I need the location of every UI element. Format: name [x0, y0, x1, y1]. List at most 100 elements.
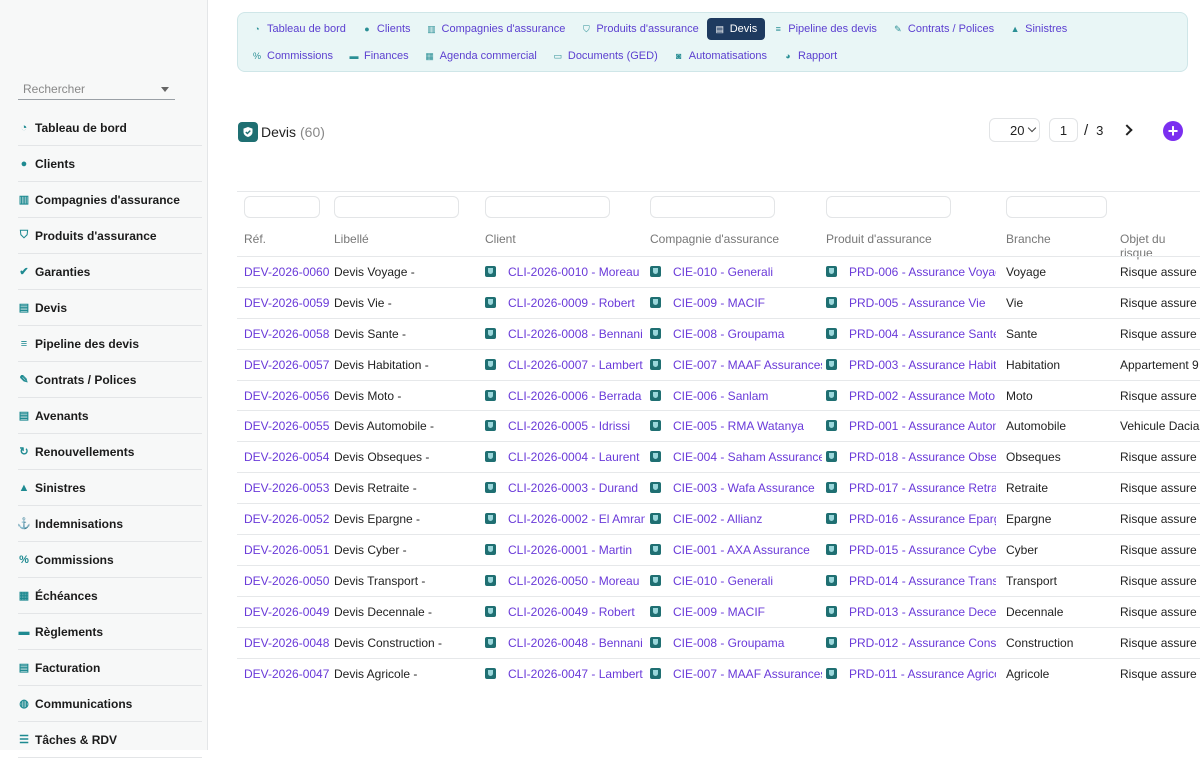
- sidebar-item-facturation[interactable]: ▤ Facturation: [18, 650, 202, 686]
- filter-client-input[interactable]: [485, 196, 610, 218]
- sidebar-item-contrats-polices[interactable]: ✎ Contrats / Polices: [18, 362, 202, 398]
- sidebar-item-compagnies-d-assurance[interactable]: ▥ Compagnies d'assurance: [18, 182, 202, 218]
- sidebar-item-sinistres[interactable]: ▲ Sinistres: [18, 470, 202, 506]
- cell-compagnie-text[interactable]: CIE-010 - Generali: [673, 265, 773, 279]
- cell-client-text[interactable]: CLI-2026-0049 - Robert: [508, 605, 635, 619]
- cell-compagnie-text[interactable]: CIE-002 - Allianz: [673, 512, 762, 526]
- sidebar-item-règlements[interactable]: ▬ Règlements: [18, 614, 202, 650]
- cell-produit-text[interactable]: PRD-011 - Assurance Agricole: [849, 667, 996, 681]
- cell-produit-text[interactable]: PRD-018 - Assurance Obseques: [849, 450, 996, 464]
- filter-ref-input[interactable]: [244, 196, 320, 218]
- table-row[interactable]: DEV-2026-0055 Devis Automobile - CLI-2026-…: [237, 410, 1200, 441]
- tab-contrats-polices[interactable]: ✎ Contrats / Polices: [885, 18, 1002, 40]
- column-header-client[interactable]: Client: [485, 232, 516, 246]
- table-row[interactable]: DEV-2026-0052 Devis Epargne - CLI-2026-000…: [237, 503, 1200, 534]
- current-page-input[interactable]: 1: [1049, 118, 1078, 142]
- tab-documents-ged[interactable]: ▭ Documents (GED): [545, 45, 666, 67]
- cell-ref-text[interactable]: DEV-2026-0047: [244, 667, 329, 681]
- cell-compagnie-text[interactable]: CIE-005 - RMA Watanya: [673, 419, 804, 433]
- cell-produit-text[interactable]: PRD-012 - Assurance Construction: [849, 636, 996, 650]
- tab-agenda-commercial[interactable]: ▦ Agenda commercial: [417, 45, 545, 67]
- cell-ref-text[interactable]: DEV-2026-0058: [244, 327, 329, 341]
- cell-client-text[interactable]: CLI-2026-0008 - Bennani: [508, 327, 643, 341]
- cell-compagnie-text[interactable]: CIE-008 - Groupama: [673, 636, 784, 650]
- cell-compagnie-text[interactable]: CIE-001 - AXA Assurance: [673, 543, 810, 557]
- sidebar-item-avenants[interactable]: ▤ Avenants: [18, 398, 202, 434]
- filter-branche-input[interactable]: [1006, 196, 1107, 218]
- cell-produit-text[interactable]: PRD-004 - Assurance Sante: [849, 327, 996, 341]
- sidebar-item-indemnisations[interactable]: ⚓ Indemnisations: [17, 506, 202, 542]
- tab-tableau-de-bord[interactable]: ◔ Tableau de bord: [244, 18, 354, 40]
- column-header-compagnie[interactable]: Compagnie d'assurance: [650, 232, 779, 246]
- sidebar-item-renouvellements[interactable]: ↻ Renouvellements: [18, 434, 202, 470]
- cell-client-text[interactable]: CLI-2026-0002 - El Amrani: [508, 512, 645, 526]
- table-row[interactable]: DEV-2026-0054 Devis Obseques - CLI-2026-00…: [237, 441, 1200, 472]
- sidebar-item-tâches-rdv[interactable]: ☰ Tâches & RDV: [18, 722, 202, 758]
- table-row[interactable]: DEV-2026-0057 Devis Habitation - CLI-2026-…: [237, 348, 1200, 380]
- cell-client-text[interactable]: CLI-2026-0003 - Durand: [508, 481, 638, 495]
- cell-compagnie-text[interactable]: CIE-008 - Groupama: [673, 327, 784, 341]
- next-page-button[interactable]: [1121, 123, 1135, 137]
- cell-ref-text[interactable]: DEV-2026-0057: [244, 358, 329, 372]
- tab-rapport[interactable]: ◕ Rapport: [775, 45, 845, 67]
- tab-sinistres[interactable]: ▲ Sinistres: [1002, 18, 1075, 40]
- cell-produit-text[interactable]: PRD-016 - Assurance Epargne: [849, 512, 996, 526]
- table-row[interactable]: DEV-2026-0059 Devis Vie - CLI-2026-0009 - …: [237, 286, 1200, 318]
- cell-compagnie-text[interactable]: CIE-007 - MAAF Assurances: [673, 358, 822, 372]
- page-size-select[interactable]: 20: [989, 118, 1040, 142]
- cell-client-text[interactable]: CLI-2026-0009 - Robert: [508, 296, 635, 310]
- sidebar-item-produits-d-assurance[interactable]: ⛉ Produits d'assurance: [18, 218, 202, 254]
- cell-client-text[interactable]: CLI-2026-0007 - Lambert: [508, 358, 643, 372]
- cell-produit-text[interactable]: PRD-003 - Assurance Habitation: [849, 358, 996, 372]
- sidebar-item-devis[interactable]: ▤ Devis: [18, 290, 202, 326]
- cell-client-text[interactable]: CLI-2026-0005 - Idrissi: [508, 419, 630, 433]
- search-input[interactable]: Rechercher: [18, 78, 175, 100]
- cell-produit-text[interactable]: PRD-014 - Assurance Transport: [849, 574, 996, 588]
- sidebar-item-garanties[interactable]: ✔ Garanties: [18, 254, 202, 290]
- cell-client-text[interactable]: CLI-2026-0047 - Lambert: [508, 667, 643, 681]
- cell-compagnie-text[interactable]: CIE-009 - MACIF: [673, 605, 765, 619]
- cell-compagnie-text[interactable]: CIE-010 - Generali: [673, 574, 773, 588]
- column-header-branche[interactable]: Branche: [1006, 232, 1051, 246]
- column-header-ref[interactable]: Réf.: [244, 232, 266, 246]
- tab-finances[interactable]: ▬ Finances: [341, 45, 417, 67]
- table-row[interactable]: DEV-2026-0050 Devis Transport - CLI-2026-0…: [237, 564, 1200, 596]
- sidebar-item-tableau-de-bord[interactable]: ◔ Tableau de bord: [18, 110, 202, 146]
- cell-ref-text[interactable]: DEV-2026-0049: [244, 605, 329, 619]
- tab-compagnies-d-assurance[interactable]: ▥ Compagnies d'assurance: [419, 18, 574, 40]
- cell-produit-text[interactable]: PRD-015 - Assurance Cyber: [849, 543, 996, 557]
- tab-automatisations[interactable]: ◙ Automatisations: [666, 45, 775, 67]
- cell-client-text[interactable]: CLI-2026-0004 - Laurent: [508, 450, 639, 464]
- cell-ref-text[interactable]: DEV-2026-0054: [244, 450, 329, 464]
- cell-produit-text[interactable]: PRD-006 - Assurance Voyage: [849, 265, 996, 279]
- cell-produit-text[interactable]: PRD-001 - Assurance Automobile: [849, 419, 996, 433]
- cell-ref-text[interactable]: DEV-2026-0050: [244, 574, 329, 588]
- cell-ref-text[interactable]: DEV-2026-0055: [244, 419, 329, 433]
- cell-compagnie-text[interactable]: CIE-009 - MACIF: [673, 296, 765, 310]
- cell-client-text[interactable]: CLI-2026-0001 - Martin: [508, 543, 632, 557]
- column-header-produit[interactable]: Produit d'assurance: [826, 232, 932, 246]
- chevron-down-icon[interactable]: [161, 87, 169, 92]
- cell-produit-text[interactable]: PRD-002 - Assurance Moto: [849, 389, 995, 403]
- cell-client-text[interactable]: CLI-2026-0010 - Moreau: [508, 265, 639, 279]
- column-header-libelle[interactable]: Libellé: [334, 232, 369, 246]
- sidebar-item-clients[interactable]: ● Clients: [18, 146, 202, 182]
- sidebar-item-échéances[interactable]: ▦ Échéances: [18, 578, 202, 614]
- cell-ref-text[interactable]: DEV-2026-0052: [244, 512, 329, 526]
- cell-ref-text[interactable]: DEV-2026-0048: [244, 636, 329, 650]
- cell-client-text[interactable]: CLI-2026-0050 - Moreau: [508, 574, 639, 588]
- cell-compagnie-text[interactable]: CIE-003 - Wafa Assurance: [673, 481, 815, 495]
- sidebar-item-commissions[interactable]: % Commissions: [18, 542, 202, 578]
- tab-devis[interactable]: ▤ Devis: [706, 18, 766, 40]
- cell-produit-text[interactable]: PRD-013 - Assurance Decennale: [849, 605, 996, 619]
- cell-ref-text[interactable]: DEV-2026-0060: [244, 265, 329, 279]
- add-devis-button[interactable]: +: [1163, 121, 1183, 141]
- sidebar-item-pipeline-des-devis[interactable]: ≡ Pipeline des devis: [18, 326, 202, 362]
- table-row[interactable]: DEV-2026-0049 Devis Decennale - CLI-2026-0…: [237, 595, 1200, 627]
- filter-libelle-input[interactable]: [334, 196, 459, 218]
- tab-pipeline-des-devis[interactable]: ≡ Pipeline des devis: [765, 18, 885, 40]
- table-row[interactable]: DEV-2026-0056 Devis Moto - CLI-2026-0006 -…: [237, 379, 1200, 411]
- cell-ref-text[interactable]: DEV-2026-0051: [244, 543, 329, 557]
- tab-clients[interactable]: ● Clients: [354, 18, 419, 40]
- cell-ref-text[interactable]: DEV-2026-0059: [244, 296, 329, 310]
